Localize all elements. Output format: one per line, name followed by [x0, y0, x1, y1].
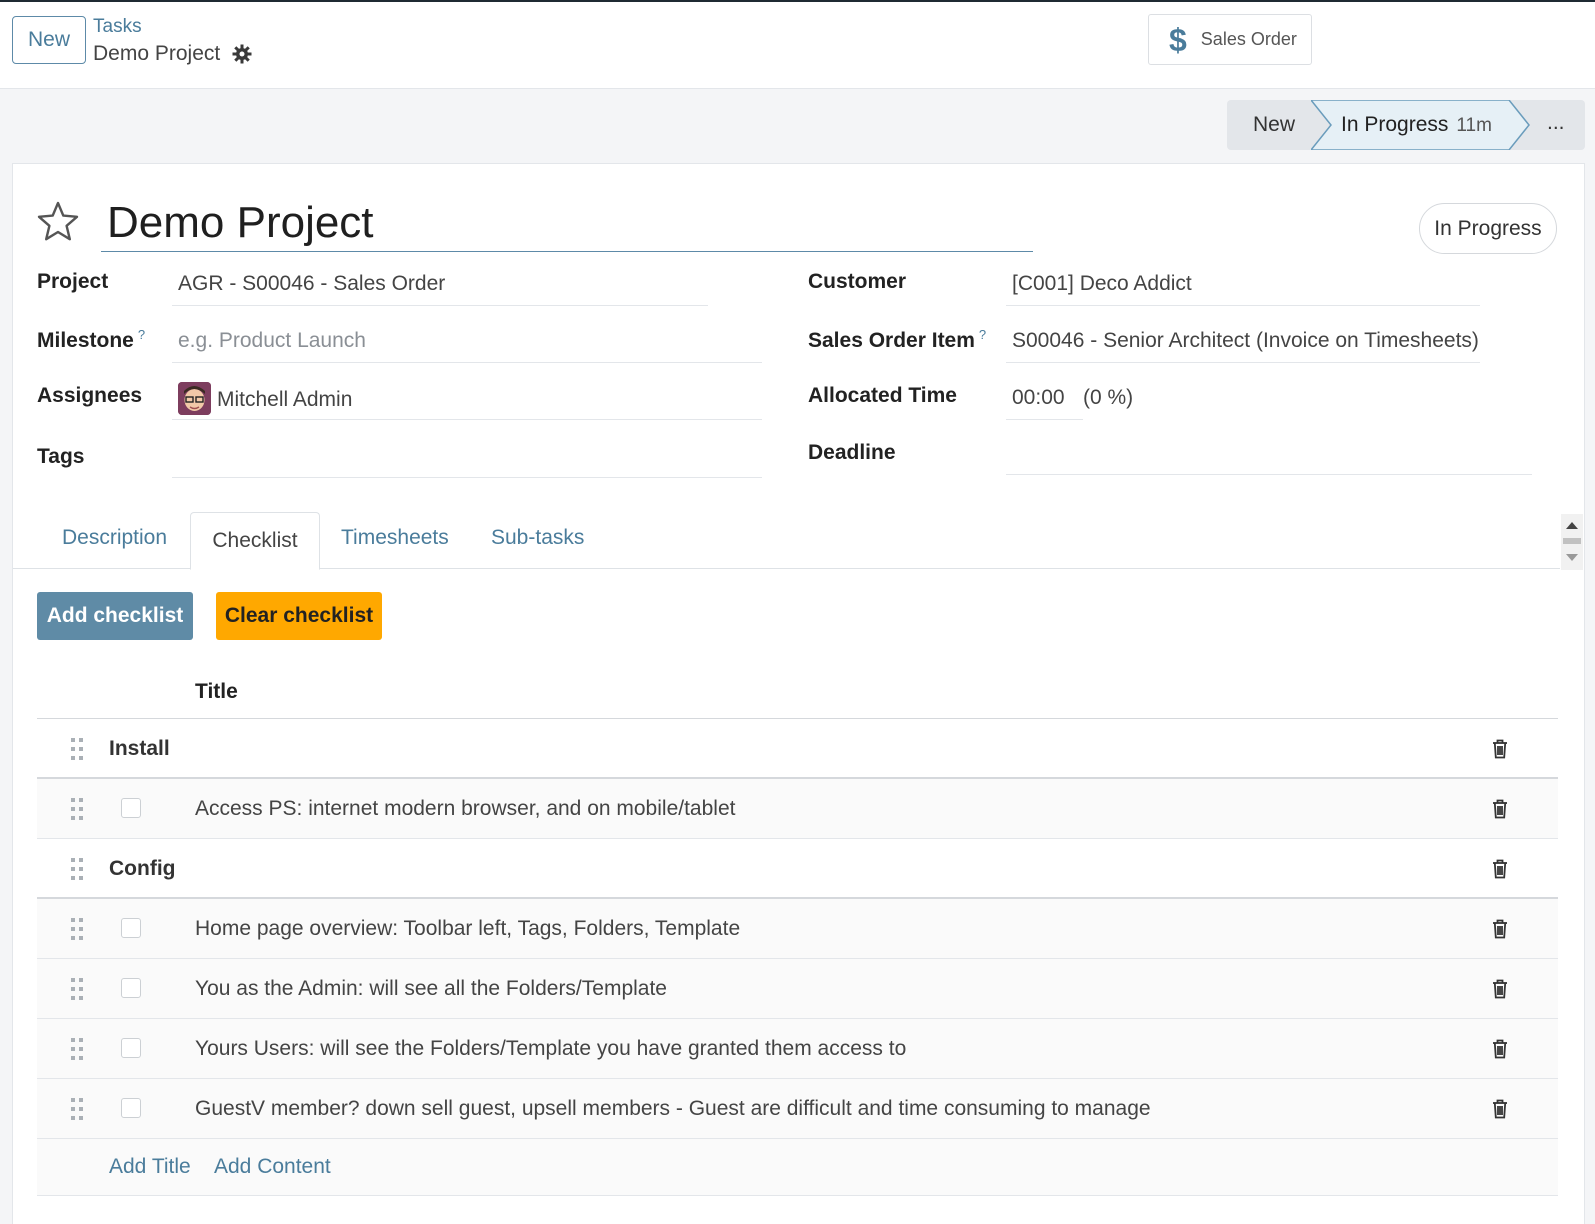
customer-field[interactable]: [C001] Deco Addict [1006, 268, 1480, 306]
avatar [178, 382, 211, 415]
new-button[interactable]: New [12, 16, 86, 64]
control-panel: New Tasks Demo Project $ Sales Order [0, 2, 1595, 89]
tab-timesheets[interactable]: Timesheets [341, 526, 449, 550]
sales-order-item-help-icon[interactable]: ? [979, 327, 986, 342]
stage-more-button[interactable]: ... [1547, 111, 1565, 135]
stage-current-label: In Progress [1341, 113, 1449, 136]
tags-field[interactable] [172, 440, 762, 478]
drag-handle-icon[interactable] [71, 738, 83, 760]
milestone-help-icon[interactable]: ? [138, 327, 145, 342]
scroll-up-arrow-icon[interactable] [1566, 522, 1578, 529]
trash-icon[interactable] [1492, 799, 1508, 819]
allocated-time-percent: (0 %) [1083, 386, 1134, 409]
trash-icon[interactable] [1492, 919, 1508, 939]
task-title: Demo Project [107, 198, 374, 247]
drag-handle-icon[interactable] [71, 1098, 83, 1120]
item-checkbox[interactable] [121, 918, 141, 938]
trash-icon[interactable] [1492, 1039, 1508, 1059]
project-field[interactable]: AGR - S00046 - Sales Order [172, 268, 708, 306]
stage-duration: 11m [1456, 115, 1492, 136]
drag-handle-icon[interactable] [71, 918, 83, 940]
item-title[interactable]: You as the Admin: will see all the Folde… [195, 977, 667, 1001]
assignees-field[interactable]: Mitchell Admin [172, 380, 762, 420]
stage-statusbar: New In Progress 11m ... [1227, 100, 1585, 150]
breadcrumb-current: Demo Project [93, 42, 252, 66]
sales-order-item-label: Sales Order Item? [808, 327, 986, 353]
trash-icon[interactable] [1492, 859, 1508, 879]
trash-icon[interactable] [1492, 1099, 1508, 1119]
smart-button-label: Sales Order [1200, 29, 1297, 49]
trash-icon[interactable] [1492, 739, 1508, 759]
checklist-section-row[interactable]: Install [37, 719, 1558, 779]
sales-order-smart-button[interactable]: $ Sales Order [1148, 14, 1312, 65]
checklist-item-row[interactable]: You as the Admin: will see all the Folde… [37, 959, 1558, 1019]
tags-label: Tags [37, 445, 85, 468]
tab-checklist[interactable]: Checklist [190, 512, 320, 570]
checklist-table: Title Install Access PS: internet modern … [37, 664, 1558, 1196]
sales-order-item-field[interactable]: S00046 - Senior Architect (Invoice on Ti… [1006, 325, 1480, 363]
milestone-label-text: Milestone [37, 329, 134, 352]
breadcrumb-current-label: Demo Project [93, 42, 221, 65]
drag-handle-icon[interactable] [71, 1038, 83, 1060]
form-sheet: Demo Project In Progress Project AGR - S… [12, 163, 1585, 1224]
scroll-down-arrow-icon[interactable] [1566, 554, 1578, 561]
checklist-item-row[interactable]: Yours Users: will see the Folders/Templa… [37, 1019, 1558, 1079]
trash-icon[interactable] [1492, 979, 1508, 999]
deadline-label: Deadline [808, 441, 896, 464]
table-header: Title [37, 664, 1558, 719]
stage-in-progress[interactable]: In Progress 11m [1311, 100, 1533, 150]
checklist-item-row[interactable]: Home page overview: Toolbar left, Tags, … [37, 899, 1558, 959]
sales-order-item-label-text: Sales Order Item [808, 329, 975, 352]
milestone-label: Milestone? [37, 327, 145, 353]
add-checklist-button[interactable]: Add checklist [37, 592, 193, 640]
section-title[interactable]: Config [109, 857, 175, 881]
checklist-rows: Install Access PS: internet modern browse… [37, 719, 1558, 1139]
item-title[interactable]: Access PS: internet modern browser, and … [195, 797, 735, 821]
tab-description[interactable]: Description [62, 526, 167, 550]
drag-handle-icon[interactable] [71, 978, 83, 1000]
drag-handle-icon[interactable] [71, 858, 83, 880]
stage-new[interactable]: New [1253, 113, 1295, 137]
item-checkbox[interactable] [121, 1038, 141, 1058]
dollar-icon: $ [1169, 21, 1187, 58]
allocated-time-field[interactable]: 00:00 [1006, 382, 1083, 420]
checklist-item-row[interactable]: GuestV member? down sell guest, upsell m… [37, 1079, 1558, 1139]
scroll-thumb[interactable] [1563, 538, 1581, 544]
task-title-input[interactable]: Demo Project [101, 192, 1033, 252]
tab-sub-tasks[interactable]: Sub-tasks [491, 526, 584, 550]
item-title[interactable]: Home page overview: Toolbar left, Tags, … [195, 917, 740, 941]
item-checkbox[interactable] [121, 1098, 141, 1118]
drag-handle-icon[interactable] [71, 798, 83, 820]
deadline-field[interactable] [1006, 437, 1532, 475]
tabs-scrollbar[interactable] [1561, 514, 1583, 570]
clear-checklist-button[interactable]: Clear checklist [216, 592, 382, 640]
milestone-placeholder: e.g. Product Launch [178, 329, 366, 352]
customer-label: Customer [808, 270, 907, 293]
assignees-label: Assignees [37, 384, 143, 407]
item-title[interactable]: Yours Users: will see the Folders/Templa… [195, 1037, 906, 1061]
allocated-time-label: Allocated Time [808, 384, 957, 407]
milestone-field[interactable]: e.g. Product Launch [172, 325, 762, 363]
add-content-link[interactable]: Add Content [214, 1155, 331, 1179]
item-title[interactable]: GuestV member? down sell guest, upsell m… [195, 1097, 1151, 1121]
add-line-row: Add Title Add Content [37, 1139, 1558, 1196]
breadcrumb-tasks-link[interactable]: Tasks [93, 16, 142, 38]
star-icon[interactable] [37, 200, 79, 242]
add-title-link[interactable]: Add Title [109, 1155, 191, 1179]
gear-icon[interactable] [232, 44, 252, 64]
notebook-tabs: Description Checklist Timesheets Sub-tas… [13, 512, 1560, 570]
checklist-item-row[interactable]: Access PS: internet modern browser, and … [37, 779, 1558, 839]
checklist-section-row[interactable]: Config [37, 839, 1558, 899]
column-title: Title [195, 680, 238, 703]
assignee-name: Mitchell Admin [217, 388, 353, 412]
project-label: Project [37, 270, 109, 293]
task-state-button[interactable]: In Progress [1419, 203, 1557, 254]
section-title[interactable]: Install [109, 737, 170, 761]
item-checkbox[interactable] [121, 978, 141, 998]
item-checkbox[interactable] [121, 798, 141, 818]
